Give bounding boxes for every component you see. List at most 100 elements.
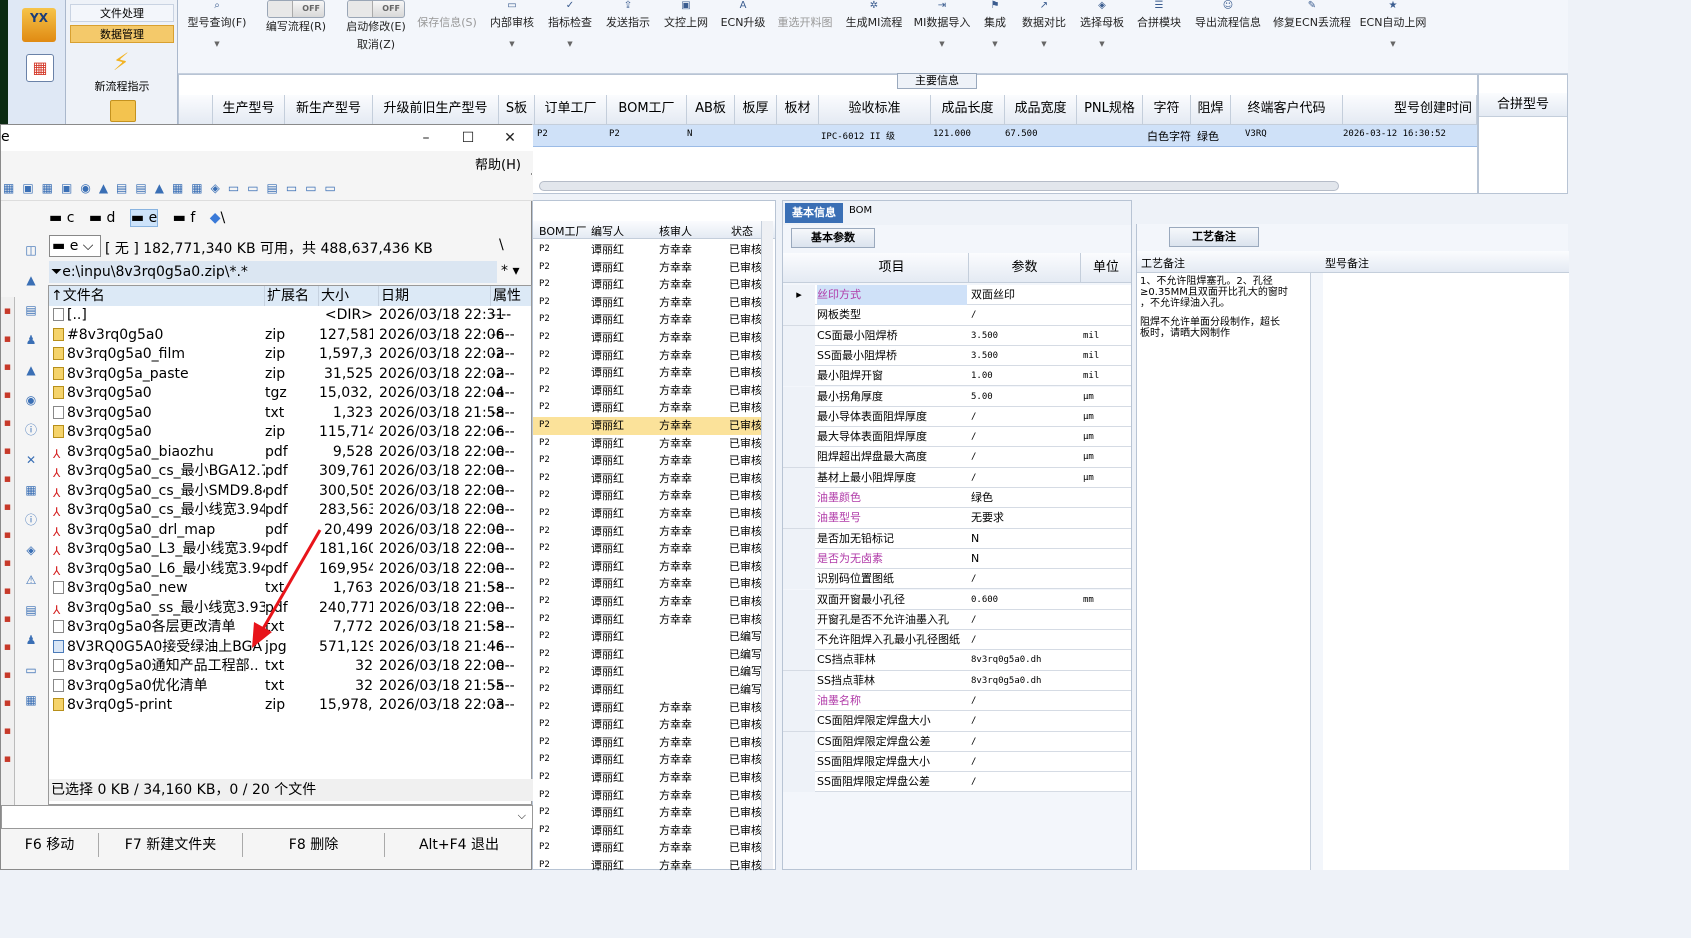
param-row[interactable]: 阻焊超出焊盘最大高度 / μm — [783, 447, 1131, 468]
drive-select[interactable]: ▬ e ⌵ — [49, 235, 101, 257]
model-notes-text[interactable] — [1323, 273, 1569, 870]
col-writer[interactable]: 编写人 — [591, 223, 624, 239]
folder-icon[interactable] — [110, 100, 136, 122]
col-value[interactable]: 参数 — [969, 253, 1081, 283]
col-item[interactable]: 项目 — [815, 253, 969, 283]
generate-mi-button[interactable]: ✲ 生成MI流程 — [842, 0, 906, 70]
flow-row[interactable]: P2 谭丽红 方幸幸 已审核 — [533, 699, 762, 717]
col-old-model[interactable]: 升级前旧生产型号 — [373, 95, 499, 125]
model-query-button[interactable]: ⌕ 型号查询(F) ▼ — [180, 0, 254, 70]
param-value[interactable]: / — [971, 569, 1079, 589]
flow-row[interactable]: P2 谭丽红 方幸幸 已审核 — [533, 329, 762, 347]
param-row[interactable]: 是否为无卤素 N — [783, 548, 1131, 570]
param-row[interactable]: CS面最小阻焊桥 3.500 mil — [783, 325, 1131, 346]
flow-row[interactable]: P2 谭丽红 方幸幸 已审核 — [533, 452, 762, 470]
param-value[interactable]: 8v3rq0g5a0.dh — [971, 671, 1079, 691]
flow-row[interactable]: P2 谭丽红 方幸幸 已审核 — [533, 716, 762, 734]
param-row[interactable]: 双面开窗最小孔径 0.600 mm — [783, 589, 1131, 610]
flow-row[interactable]: P2 谭丽红 方幸幸 已审核 — [533, 734, 762, 752]
param-row[interactable]: 油墨颜色 绿色 — [783, 488, 1131, 509]
col-width[interactable]: 成品宽度 — [1005, 95, 1077, 125]
param-row[interactable]: 最小拐角厚度 5.00 μm — [783, 386, 1131, 407]
param-row[interactable]: 网板类型 / — [783, 305, 1131, 326]
flow-row[interactable]: P2 谭丽红 方幸幸 已审核 — [533, 611, 762, 629]
col-date[interactable]: 日期 — [379, 286, 491, 306]
param-row[interactable]: SS面阻焊限定焊盘大小 / — [783, 751, 1131, 773]
col-bom-factory[interactable]: BOM工厂 — [607, 95, 687, 125]
close-button[interactable]: ✕ — [489, 125, 531, 151]
flow-row[interactable]: P2 谭丽红 方幸幸 已审核 — [533, 399, 762, 417]
send-instruction-button[interactable]: ⇪ 发送指示 — [602, 0, 654, 70]
flow-row[interactable]: P2 谭丽红 方幸幸 已审核 — [533, 364, 762, 382]
col-pnl[interactable]: PNL规格 — [1077, 95, 1143, 125]
col-extension[interactable]: 扩展名 — [265, 286, 319, 306]
tab-process-notes[interactable]: 工艺备注 — [1169, 227, 1259, 247]
param-value[interactable]: 3.500 — [971, 346, 1079, 366]
flow-row[interactable]: P2 谭丽红 方幸幸 已审核 — [533, 311, 762, 329]
flow-row[interactable]: P2 谭丽红 方幸幸 已审核 — [533, 540, 762, 558]
merge-model-header[interactable]: 合拼型号 — [1479, 93, 1567, 117]
flow-row[interactable]: P2 谭丽红 方幸幸 已审核 — [533, 575, 762, 593]
file-row[interactable]: 8v3rq0g5a0 tgz 15,032,251 2026/03/18 22:04-… — [49, 384, 531, 404]
horizontal-scrollbar[interactable] — [539, 181, 1339, 191]
col-char[interactable]: 字符 — [1143, 95, 1191, 125]
mi-import-button[interactable]: ⇥ MI数据导入 ▼ — [912, 0, 972, 70]
flow-row[interactable]: P2 谭丽红 方幸幸 已审核 — [533, 276, 762, 294]
tab-basic-info[interactable]: 基本信息 — [785, 203, 843, 223]
param-row[interactable]: 油墨名称 / — [783, 691, 1131, 712]
lightning-icon[interactable]: ⚡ — [108, 48, 134, 76]
param-value[interactable]: 1.00 — [971, 366, 1079, 386]
param-row[interactable]: 最大导体表面阻焊厚度 / μm — [783, 427, 1131, 448]
fm-toolbar[interactable]: ▦▣▦▣◉▲▤▤▲▦▦◈▭▭▤▭▭▭ — [1, 175, 533, 201]
file-row[interactable]: 8v3rq0g5a0 zip 115,714 2026/03/18 22:06 -a-- — [49, 423, 531, 443]
fix-ecn-button[interactable]: ✎ 修复ECN丢流程 — [1272, 0, 1352, 70]
param-value[interactable]: / — [971, 711, 1079, 731]
flow-row[interactable]: P2 谭丽红 方幸幸 已审核 — [533, 241, 762, 259]
flow-row[interactable]: P2 谭丽红 方幸幸 已审核 — [533, 523, 762, 541]
file-row[interactable]: 8v3rq0g5-print zip 15,978,493 2026/03/18 22… — [49, 696, 531, 716]
param-row[interactable]: 油墨型号 无要求 — [783, 508, 1131, 529]
chevron-down-icon[interactable]: ⌵ — [518, 809, 526, 823]
flow-row[interactable]: P2 谭丽红 方幸幸 已审核 — [533, 505, 762, 523]
col-standard[interactable]: 验收标准 — [819, 95, 931, 125]
param-row[interactable]: ▸ 丝印方式 双面丝印 — [783, 285, 1131, 306]
flow-row[interactable]: P2 谭丽红 方幸幸 已审核 — [533, 417, 762, 435]
flow-row[interactable]: P2 谭丽红 方幸幸 已审核 — [533, 822, 762, 840]
flow-row[interactable]: P2 谭丽红 方幸幸 已审核 — [533, 347, 762, 365]
flow-row[interactable]: P2 谭丽红 方幸幸 已审核 — [533, 294, 762, 312]
file-row[interactable]: ⅄ 8v3rq0g5a0_cs_最小SMD9.843 pdf 300,505 2026/… — [49, 482, 531, 502]
param-value[interactable]: / — [971, 427, 1079, 447]
col-process-notes[interactable]: 工艺备注 — [1141, 255, 1185, 271]
file-row[interactable]: 8v3rq0g5a0通知产品工程部.. txt 32 2026/03/18 22:00… — [49, 657, 531, 677]
param-value[interactable]: / — [971, 447, 1079, 467]
integrate-button[interactable]: ⚑ 集成 ▼ — [978, 0, 1012, 70]
col-created[interactable]: 型号创建时间 — [1343, 95, 1477, 125]
calculator-icon[interactable]: ▦ — [26, 54, 54, 82]
col-solder[interactable]: 阻焊 — [1191, 95, 1231, 125]
param-row[interactable]: CS面阻焊限定焊盘公差 / — [783, 731, 1131, 752]
drive-network[interactable]: ◆\ — [210, 210, 226, 226]
tab-basic-params[interactable]: 基本参数 — [791, 228, 875, 248]
internal-review-button[interactable]: ▭ 内部审核 ▼ — [486, 0, 538, 70]
param-value[interactable]: 3.500 — [971, 326, 1079, 346]
drive-d[interactable]: ▬ d — [89, 210, 116, 226]
param-value[interactable]: 5.00 — [971, 387, 1079, 407]
new-flow-button[interactable]: 新流程指示 — [66, 78, 178, 94]
param-value[interactable]: N — [971, 529, 1079, 549]
param-value[interactable]: / — [971, 610, 1079, 630]
doc-online-button[interactable]: ▣ 文控上网 — [660, 0, 712, 70]
module-data-tab[interactable]: 数据管理 — [70, 25, 174, 43]
col-material[interactable]: 板材 — [777, 95, 819, 125]
flow-row[interactable]: P2 谭丽红 已编写 — [533, 663, 762, 681]
flow-row[interactable]: P2 谭丽红 方幸幸 已审核 — [533, 769, 762, 787]
file-row[interactable]: [..] <DIR> 2026/03/18 22:31 ---- — [49, 306, 531, 326]
file-row[interactable]: 8v3rq0g5a0 txt 1,323 2026/03/18 21:58 -a-- — [49, 404, 531, 424]
file-row[interactable]: 8v3rq0g5a0优化清单 txt 32 2026/03/18 21:55 -a-- — [49, 677, 531, 697]
param-row[interactable]: SS面最小阻焊桥 3.500 mil — [783, 345, 1131, 367]
flow-row[interactable]: P2 谭丽红 已编写 — [533, 681, 762, 699]
param-value[interactable]: / — [971, 732, 1079, 752]
maximize-button[interactable]: ☐ — [447, 125, 489, 151]
flow-row[interactable]: P2 谭丽红 方幸幸 已审核 — [533, 804, 762, 822]
file-row[interactable]: 8v3rq0g5a_paste zip 31,525 2026/03/18 22:02… — [49, 365, 531, 385]
path-bar[interactable]: ⏷e:\inpu\8v3rq0g5a0.zip\*.* — [49, 261, 497, 283]
